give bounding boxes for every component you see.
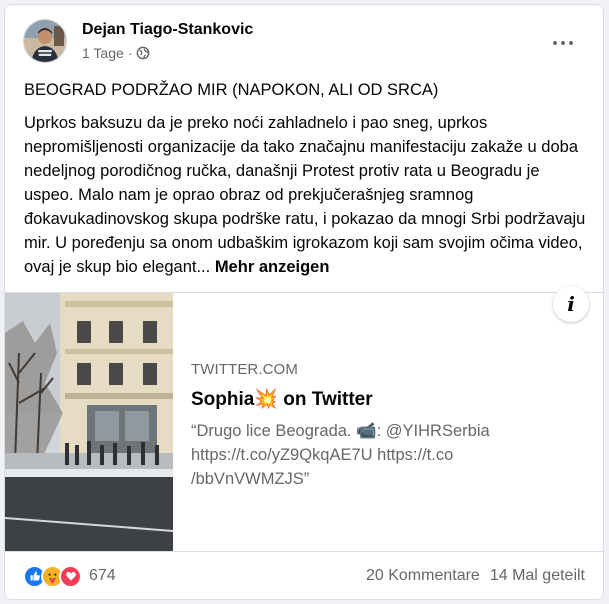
more-dot xyxy=(553,41,557,45)
info-icon[interactable]: i xyxy=(553,286,589,322)
link-preview-text: TWITTER.COM Sophia💥 on Twitter “Drugo li… xyxy=(191,361,589,491)
reactions-summary[interactable]: 674 xyxy=(23,564,116,588)
post-stats: 20 Kommentare 14 Mal geteilt xyxy=(366,567,585,585)
time-separator: · xyxy=(127,45,133,61)
more-options-icon[interactable] xyxy=(545,31,581,55)
post-time[interactable]: 1 Tage xyxy=(82,45,124,61)
link-preview[interactable]: i TWITTER.COM Sophia💥 on Twitter “Drugo … xyxy=(5,286,603,552)
comments-count[interactable]: 20 Kommentare xyxy=(366,567,480,585)
link-title[interactable]: Sophia💥 on Twitter xyxy=(191,387,589,411)
reaction-count[interactable]: 674 xyxy=(89,567,116,585)
love-icon xyxy=(59,564,82,588)
post-header: Dejan Tiago-Stankovic 1 Tage · xyxy=(21,19,587,69)
more-dot xyxy=(569,41,573,45)
post-card: Dejan Tiago-Stankovic 1 Tage · BEOGRAD P… xyxy=(4,4,604,600)
post-body: Uprkos baksuzu da je preko noći zahladne… xyxy=(24,111,586,279)
link-description: “Drugo lice Beograda. 📹: @YIHRSerbia htt… xyxy=(191,422,490,488)
see-more-link[interactable]: Mehr anzeigen xyxy=(215,258,330,276)
author-name[interactable]: Dejan Tiago-Stankovic xyxy=(82,21,253,39)
post-meta: 1 Tage · xyxy=(82,45,150,61)
link-preview-image[interactable] xyxy=(5,293,173,551)
post-body-text: Uprkos baksuzu da je preko noći zahladne… xyxy=(24,114,586,276)
avatar-photo xyxy=(24,20,66,62)
post-title: BEOGRAD PODRŽAO MIR (NAPOKON, ALI OD SRC… xyxy=(24,81,439,99)
shares-count[interactable]: 14 Mal geteilt xyxy=(490,567,585,585)
link-domain: TWITTER.COM xyxy=(191,361,298,378)
avatar[interactable] xyxy=(23,19,67,63)
more-dot xyxy=(561,41,565,45)
post-footer: 674 20 Kommentare 14 Mal geteilt xyxy=(23,562,585,590)
globe-icon[interactable] xyxy=(136,46,150,60)
